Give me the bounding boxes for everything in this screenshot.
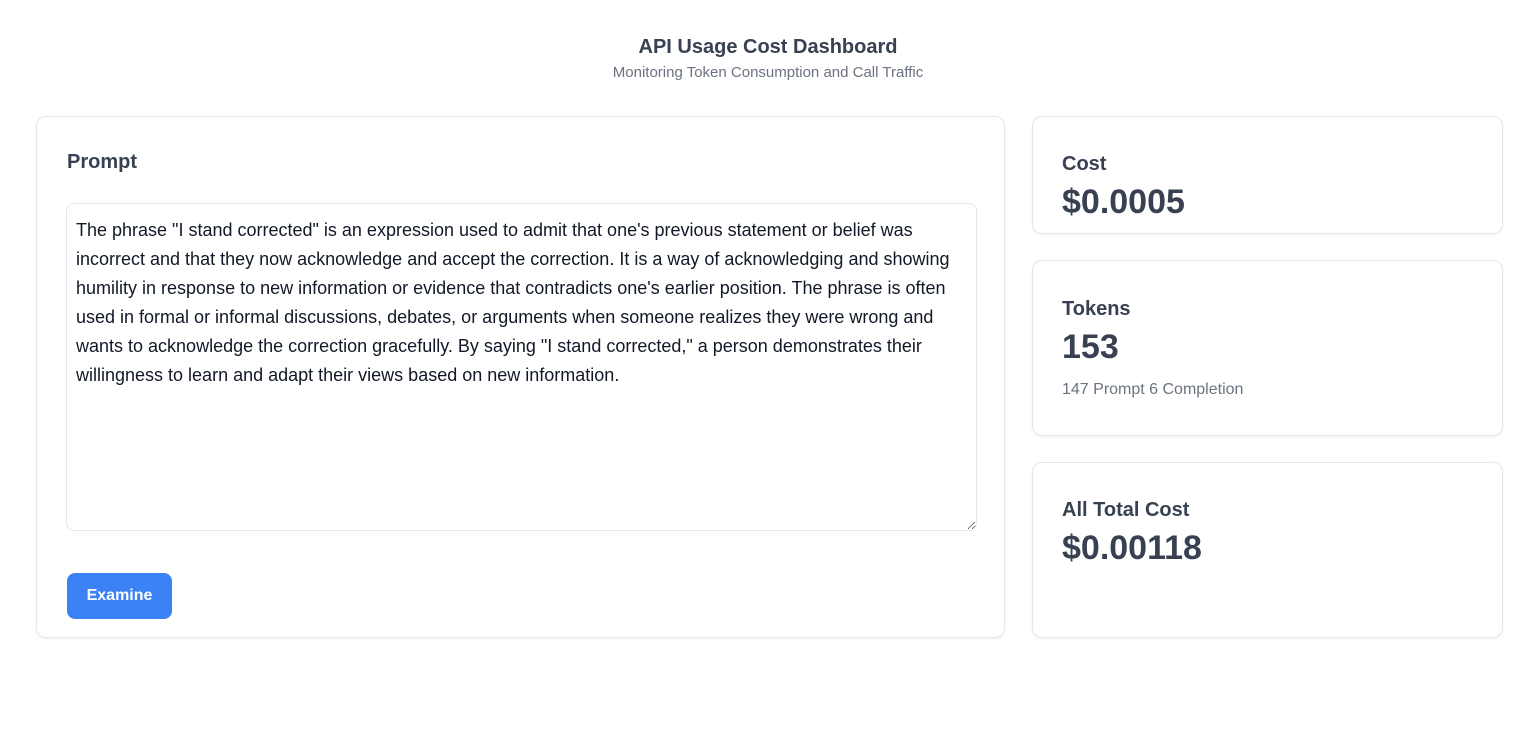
cost-card: Cost $0.0005 [1032, 116, 1503, 234]
prompt-card: Prompt The phrase "I stand corrected" is… [36, 116, 1005, 638]
tokens-value: 153 [1062, 328, 1119, 367]
examine-button[interactable]: Examine [67, 573, 172, 619]
tokens-label: Tokens [1062, 298, 1131, 321]
page-header: API Usage Cost Dashboard Monitoring Toke… [0, 34, 1536, 83]
total-cost-card: All Total Cost $0.00118 [1032, 462, 1503, 638]
prompt-textarea[interactable]: The phrase "I stand corrected" is an exp… [66, 203, 977, 531]
cost-label: Cost [1062, 153, 1106, 176]
cost-value: $0.0005 [1062, 183, 1185, 222]
page-title: API Usage Cost Dashboard [0, 34, 1536, 60]
page-subtitle: Monitoring Token Consumption and Call Tr… [0, 63, 1536, 83]
total-cost-label: All Total Cost [1062, 499, 1189, 522]
total-cost-value: $0.00118 [1062, 529, 1202, 568]
tokens-breakdown: 147 Prompt 6 Completion [1062, 381, 1243, 399]
prompt-label: Prompt [67, 151, 137, 174]
tokens-card: Tokens 153 147 Prompt 6 Completion [1032, 260, 1503, 436]
